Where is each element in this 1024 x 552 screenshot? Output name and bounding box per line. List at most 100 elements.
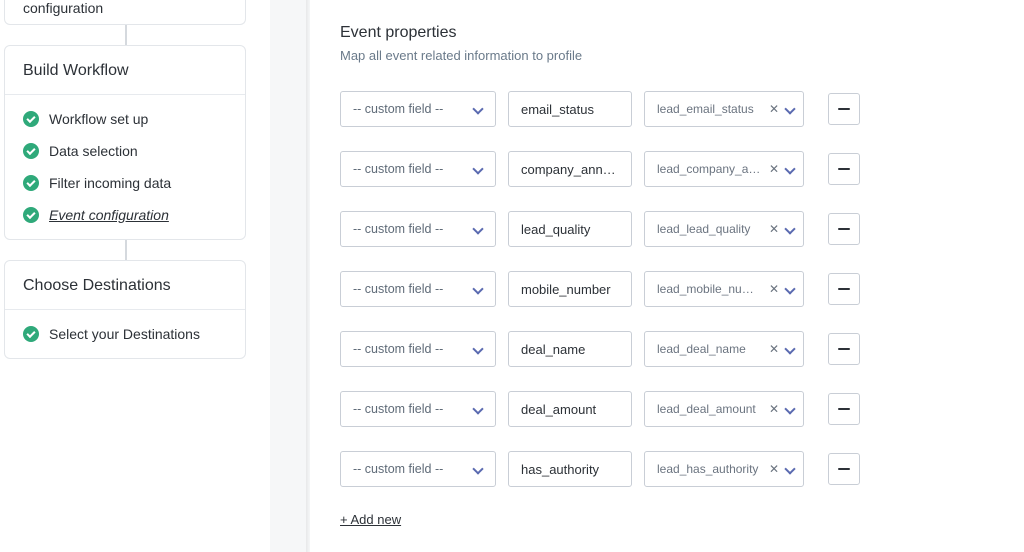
step-label: Select your Destinations [49,326,200,342]
chevron-down-icon [785,404,795,414]
mapping-row: -- custom field -- lead_mobile_number ✕ [340,271,1004,307]
target-field-select[interactable]: lead_mobile_number ✕ [644,271,804,307]
clear-icon[interactable]: ✕ [769,463,779,475]
minus-icon [838,228,850,231]
chevron-down-icon [473,284,483,294]
destinations-steps: Select your Destinations [5,310,245,358]
destinations-title: Choose Destinations [5,261,245,310]
side-divider [306,0,310,552]
clear-icon[interactable]: ✕ [769,103,779,115]
section-subtitle: Map all event related information to pro… [340,48,1004,63]
step-label: Workflow set up [49,111,148,127]
clear-icon[interactable]: ✕ [769,283,779,295]
mapping-rows: -- custom field -- lead_email_status ✕ -… [340,91,1004,487]
mapping-row: -- custom field -- lead_deal_name ✕ [340,331,1004,367]
custom-field-label: -- custom field -- [353,162,443,176]
custom-field-label: -- custom field -- [353,342,443,356]
minus-icon [838,408,850,411]
remove-row-button[interactable] [828,153,860,185]
chevron-down-icon [473,104,483,114]
chevron-down-icon [473,344,483,354]
custom-field-select[interactable]: -- custom field -- [340,211,496,247]
target-field-label: lead_mobile_number [657,282,763,296]
mapping-row: -- custom field -- lead_has_authority ✕ [340,451,1004,487]
value-input[interactable] [508,151,632,187]
sidebar-card-build-workflow: Build Workflow Workflow set up Data sele… [4,45,246,240]
step-filter-incoming[interactable]: Filter incoming data [5,167,245,199]
previous-card-last-line: configuration [5,0,245,24]
chevron-down-icon [473,404,483,414]
target-field-select[interactable]: lead_lead_quality ✕ [644,211,804,247]
build-workflow-steps: Workflow set up Data selection Filter in… [5,95,245,239]
sidebar: configuration Build Workflow Workflow se… [4,0,248,359]
target-field-select[interactable]: lead_has_authority ✕ [644,451,804,487]
custom-field-label: -- custom field -- [353,102,443,116]
minus-icon [838,108,850,111]
chevron-down-icon [785,284,795,294]
remove-row-button[interactable] [828,333,860,365]
value-input[interactable] [508,271,632,307]
target-field-select[interactable]: lead_deal_amount ✕ [644,391,804,427]
value-input[interactable] [508,391,632,427]
sidebar-card-destinations: Choose Destinations Select your Destinat… [4,260,246,359]
remove-row-button[interactable] [828,213,860,245]
custom-field-select[interactable]: -- custom field -- [340,451,496,487]
step-select-destinations[interactable]: Select your Destinations [5,318,245,350]
target-field-select[interactable]: lead_company_annual_... ✕ [644,151,804,187]
minus-icon [838,348,850,351]
custom-field-label: -- custom field -- [353,222,443,236]
value-input[interactable] [508,451,632,487]
chevron-down-icon [473,164,483,174]
check-icon [23,175,39,191]
remove-row-button[interactable] [828,273,860,305]
build-workflow-title: Build Workflow [5,46,245,95]
minus-icon [838,168,850,171]
add-new-button[interactable]: + Add new [340,512,401,527]
section-title: Event properties [340,24,1004,42]
mapping-row: -- custom field -- lead_email_status ✕ [340,91,1004,127]
chevron-down-icon [473,464,483,474]
value-input[interactable] [508,91,632,127]
value-input[interactable] [508,331,632,367]
remove-row-button[interactable] [828,93,860,125]
step-label: Filter incoming data [49,175,171,191]
check-icon [23,111,39,127]
sidebar-card-previous: configuration [4,0,246,25]
step-event-configuration[interactable]: Event configuration [5,199,245,231]
mapping-row: -- custom field -- lead_deal_amount ✕ [340,391,1004,427]
custom-field-label: -- custom field -- [353,282,443,296]
target-field-label: lead_company_annual_... [657,162,763,176]
clear-icon[interactable]: ✕ [769,403,779,415]
minus-icon [838,288,850,291]
value-input[interactable] [508,211,632,247]
mapping-row: -- custom field -- lead_company_annual_.… [340,151,1004,187]
mapping-row: -- custom field -- lead_lead_quality ✕ [340,211,1004,247]
remove-row-button[interactable] [828,453,860,485]
remove-row-button[interactable] [828,393,860,425]
step-label: Event configuration [49,207,169,223]
custom-field-select[interactable]: -- custom field -- [340,151,496,187]
check-icon [23,143,39,159]
custom-field-label: -- custom field -- [353,402,443,416]
clear-icon[interactable]: ✕ [769,223,779,235]
connector-line [125,240,127,260]
target-field-label: lead_email_status [657,102,763,116]
chevron-down-icon [785,344,795,354]
target-field-select[interactable]: lead_email_status ✕ [644,91,804,127]
minus-icon [838,468,850,471]
check-icon [23,207,39,223]
custom-field-select[interactable]: -- custom field -- [340,391,496,427]
chevron-down-icon [785,224,795,234]
step-workflow-setup[interactable]: Workflow set up [5,103,245,135]
step-data-selection[interactable]: Data selection [5,135,245,167]
target-field-select[interactable]: lead_deal_name ✕ [644,331,804,367]
custom-field-select[interactable]: -- custom field -- [340,91,496,127]
custom-field-label: -- custom field -- [353,462,443,476]
step-label: Data selection [49,143,138,159]
custom-field-select[interactable]: -- custom field -- [340,331,496,367]
custom-field-select[interactable]: -- custom field -- [340,271,496,307]
clear-icon[interactable]: ✕ [769,343,779,355]
clear-icon[interactable]: ✕ [769,163,779,175]
main-panel: Event properties Map all event related i… [340,24,1004,529]
chevron-down-icon [473,224,483,234]
